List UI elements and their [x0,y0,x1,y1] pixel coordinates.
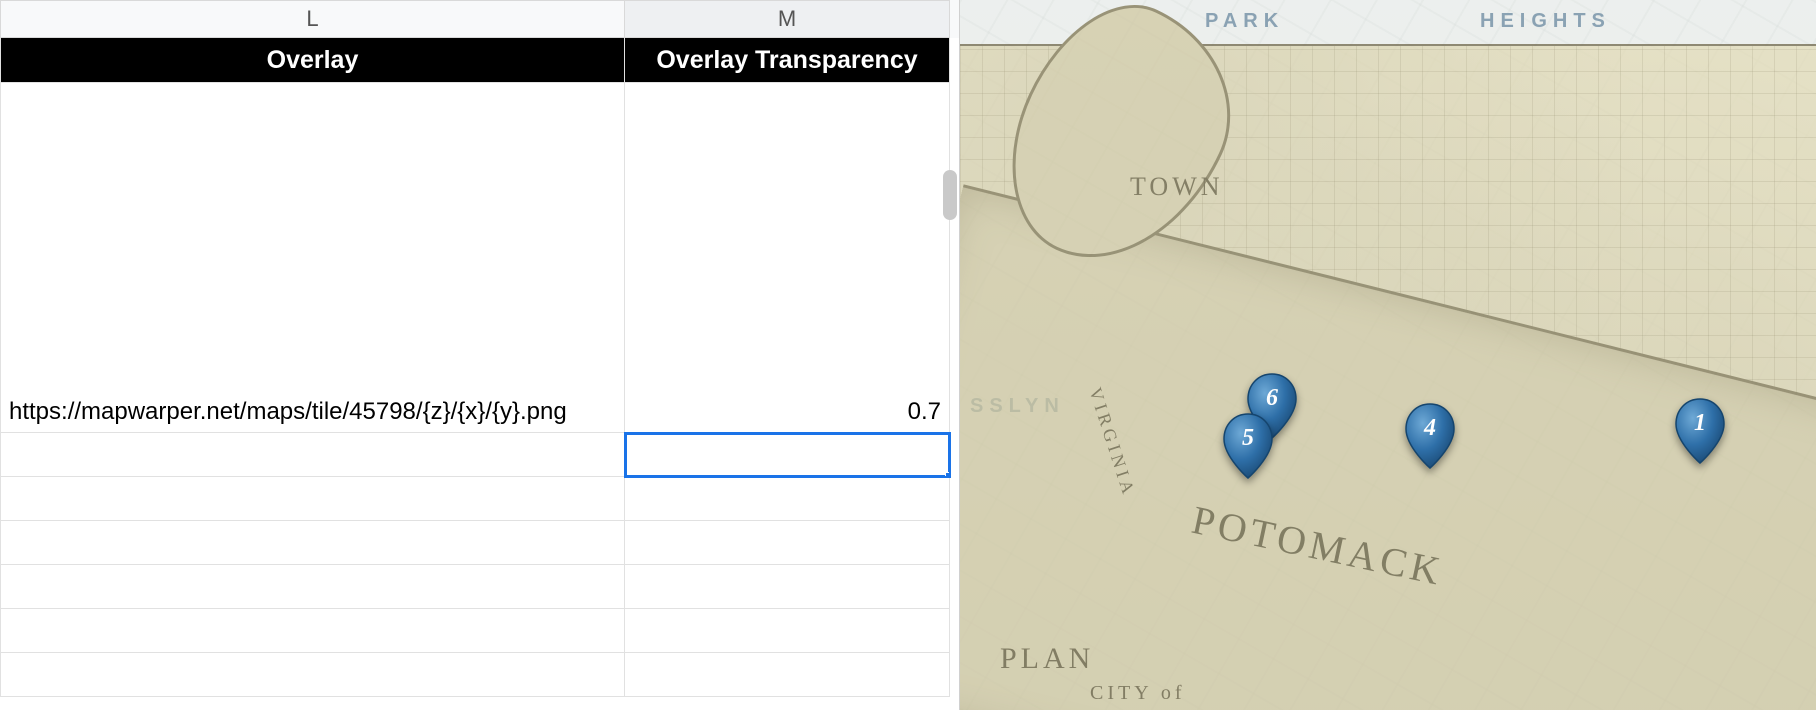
cell-empty-L5[interactable] [0,609,625,653]
cell-empty-M4[interactable] [625,565,950,609]
empty-row-3 [0,521,959,565]
spreadsheet-pane: L M Overlay Overlay Transparency https:/… [0,0,960,710]
map-marker-1[interactable]: 1 [1674,397,1726,465]
header-cell-transparency[interactable]: Overlay Transparency [625,38,950,83]
header-row: Overlay Overlay Transparency [0,38,959,83]
vertical-scrollbar-thumb[interactable] [943,170,957,220]
cell-empty-L3[interactable] [0,521,625,565]
header-cell-overlay[interactable]: Overlay [0,38,625,83]
empty-row-5 [0,609,959,653]
cell-empty-L6[interactable] [0,653,625,697]
marker-label: 4 [1404,415,1456,442]
map-marker-4[interactable]: 4 [1404,402,1456,470]
column-header-M[interactable]: M [625,0,950,38]
empty-row-6 [0,653,959,697]
column-header-row: L M [0,0,959,38]
marker-label: 1 [1674,410,1726,437]
cell-empty-M3[interactable] [625,521,950,565]
overlay-label: TOWN [1130,172,1224,202]
data-row: https://mapwarper.net/maps/tile/45798/{z… [0,83,959,433]
cell-empty-M2[interactable] [625,477,950,521]
empty-row-2 [0,477,959,521]
cell-empty-L4[interactable] [0,565,625,609]
cell-empty-M5[interactable] [625,609,950,653]
historical-overlay: TOWNPOTOMACKPLANCITY ofVIRGINIA [960,44,1816,710]
map-marker-5[interactable]: 5 [1222,412,1274,480]
cell-selected[interactable] [625,433,950,477]
basemap-label: PARK [1205,10,1284,33]
map-pane[interactable]: PARKHEIGHTSSSLYN TOWNPOTOMACKPLANCITY of… [960,0,1816,710]
overlay-label: CITY of [1090,682,1186,705]
cell-overlay-transparency[interactable]: 0.7 [625,83,950,433]
marker-label: 6 [1246,385,1298,412]
cell-empty-L1[interactable] [0,433,625,477]
empty-row-1 [0,433,959,477]
empty-row-4 [0,565,959,609]
selection-handle[interactable] [945,472,950,477]
column-header-L[interactable]: L [0,0,625,38]
cell-empty-M6[interactable] [625,653,950,697]
basemap-label: HEIGHTS [1480,10,1611,33]
overlay-label: PLAN [1000,642,1094,676]
marker-label: 5 [1222,425,1274,452]
cell-empty-L2[interactable] [0,477,625,521]
cell-overlay-url[interactable]: https://mapwarper.net/maps/tile/45798/{z… [0,83,625,433]
